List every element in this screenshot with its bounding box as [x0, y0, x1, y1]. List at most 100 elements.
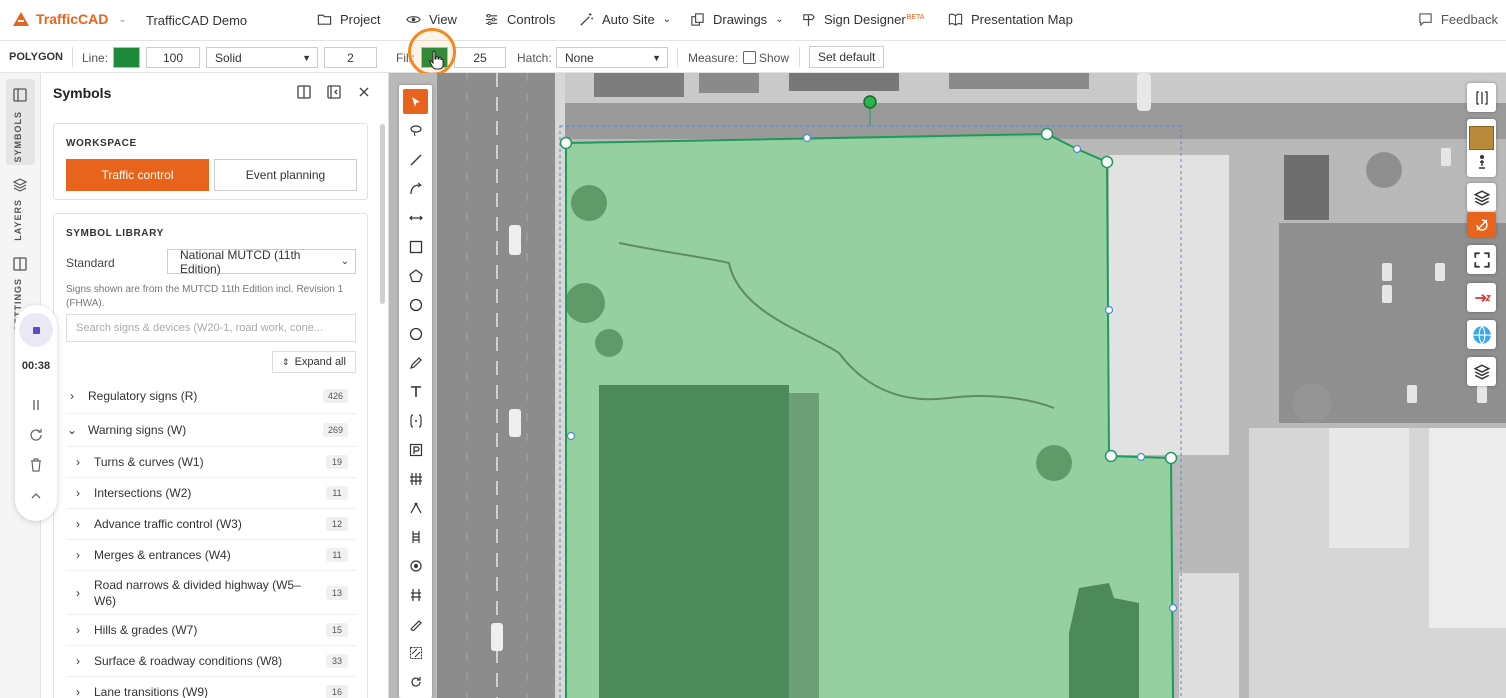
subcategory-w7[interactable]: › Hills & grades (W7) 15: [66, 615, 356, 646]
dimension-tool-button[interactable]: [403, 205, 428, 230]
rail-tab-symbols[interactable]: SYMBOLS: [13, 111, 23, 163]
pause-icon[interactable]: [28, 397, 44, 413]
menu-project[interactable]: Project: [317, 12, 380, 27]
rail-crossing-tool-button[interactable]: [403, 582, 428, 607]
crosswalk-tool-button[interactable]: [403, 466, 428, 491]
circle-tool-button[interactable]: [403, 292, 428, 317]
menu-drawings[interactable]: Drawings ⌄: [690, 12, 784, 27]
subcategory-w4[interactable]: › Merges & entrances (W4) 11: [66, 540, 356, 571]
callout-tool-button[interactable]: [403, 408, 428, 433]
chevron-down-icon: ⌄: [340, 256, 349, 267]
subcategory-w5-w6[interactable]: › Road narrows & divided highway (W5–W6) 1…: [66, 571, 356, 615]
symbol-search-input[interactable]: Search signs & devices (W20-1, road work…: [66, 314, 356, 342]
drawing-toolbar: [399, 85, 432, 698]
pentagon-icon: [408, 268, 423, 282]
text-tool-button[interactable]: [403, 379, 428, 404]
category-label: Intersections (W2): [94, 486, 192, 500]
subcategory-w2[interactable]: › Intersections (W2) 11: [66, 478, 356, 509]
standard-select[interactable]: National MUTCD (11th Edition) ⌄: [167, 247, 356, 276]
rectangle-tool-button[interactable]: [403, 234, 428, 259]
layers-icon: [1473, 189, 1490, 206]
line-width-input[interactable]: 2: [324, 47, 377, 68]
category-regulatory[interactable]: › Regulatory signs (R) 426: [66, 379, 356, 414]
category-label: Surface & roadway conditions (W8): [94, 654, 283, 668]
chevron-down-icon: ⌄: [662, 14, 672, 25]
map-canvas[interactable]: [389, 73, 1506, 698]
category-warning[interactable]: ⌄ Warning signs (W) 269: [66, 414, 356, 447]
globe-button[interactable]: [1467, 320, 1496, 349]
map-tool-button[interactable]: [1467, 283, 1496, 312]
app-brand[interactable]: TrafficCAD ⌄: [12, 11, 127, 27]
project-name[interactable]: TrafficCAD Demo: [146, 13, 247, 28]
folder-icon: [317, 14, 332, 25]
brush-tool-button[interactable]: [403, 611, 428, 636]
location-tool-button[interactable]: [403, 553, 428, 578]
feedback-button[interactable]: Feedback: [1418, 12, 1498, 27]
restart-icon[interactable]: [28, 427, 44, 443]
expand-all-button[interactable]: ⇕ Expand all: [272, 351, 356, 373]
line-opacity-input[interactable]: 100: [146, 47, 200, 68]
chevron-right-icon: ›: [76, 517, 80, 531]
measure-show-checkbox[interactable]: [743, 51, 756, 64]
ladder-tool-button[interactable]: [403, 524, 428, 549]
menu-label: Sign DesignerBETA: [824, 12, 925, 27]
standard-value: National MUTCD (11th Edition): [180, 247, 301, 276]
lasso-tool-button[interactable]: [403, 118, 428, 143]
path-tool-button[interactable]: [403, 495, 428, 520]
curve-tool-button[interactable]: [403, 176, 428, 201]
chevron-down-icon: ▼: [302, 52, 311, 63]
category-count: 11: [326, 486, 348, 500]
basemap-picker[interactable]: [1467, 119, 1496, 177]
layer-stack-button[interactable]: [1467, 357, 1496, 386]
panel-icon[interactable]: [12, 87, 28, 103]
rotate-tool-button[interactable]: [403, 669, 428, 694]
menu-controls[interactable]: Controls: [484, 12, 555, 27]
chevron-up-icon[interactable]: [28, 488, 44, 504]
sign-search-button[interactable]: [1467, 212, 1496, 237]
set-default-button[interactable]: Set default: [809, 46, 885, 68]
collapse-panel-icon[interactable]: [326, 84, 342, 100]
panel-scrollbar[interactable]: [380, 124, 385, 304]
menu-auto-site[interactable]: Auto Site ⌄: [579, 12, 671, 27]
show-label: Show: [759, 51, 790, 65]
split-view-button[interactable]: [1467, 83, 1496, 112]
symbol-library-title: SYMBOL LIBRARY: [66, 228, 164, 239]
subcategory-w3[interactable]: › Advance traffic control (W3) 12: [66, 509, 356, 540]
fill-opacity-input[interactable]: 25: [454, 47, 506, 68]
layers-icon[interactable]: [12, 177, 28, 193]
settings-panel-icon[interactable]: [12, 256, 28, 272]
lasso-icon: [409, 124, 422, 136]
subcategory-w9[interactable]: › Lane transitions (W9) 16: [66, 677, 356, 698]
select-tool-button[interactable]: [403, 89, 428, 114]
hatch-area-tool-button[interactable]: [403, 640, 428, 665]
circle-icon: [409, 298, 422, 311]
line-style-select[interactable]: Solid ▼: [206, 47, 318, 68]
expand-all-label: Expand all: [294, 356, 346, 368]
line-tool-button[interactable]: [403, 147, 428, 172]
fullscreen-button[interactable]: [1467, 245, 1496, 274]
stop-recording-button[interactable]: [19, 313, 53, 347]
close-icon[interactable]: [356, 84, 372, 100]
freehand-tool-button[interactable]: [403, 350, 428, 375]
polygon-tool-button[interactable]: [403, 263, 428, 288]
trash-icon[interactable]: [28, 457, 44, 473]
layers-button[interactable]: [1467, 183, 1496, 212]
subcategory-w1[interactable]: › Turns & curves (W1) 19: [66, 447, 356, 478]
rail-tab-layers[interactable]: LAYERS: [13, 199, 23, 241]
fullscreen-icon: [1473, 251, 1490, 268]
workspace-event-planning-button[interactable]: Event planning: [214, 159, 357, 191]
red-arrow-icon: [1474, 293, 1491, 302]
line-icon: [410, 154, 421, 165]
subcategory-w8[interactable]: › Surface & roadway conditions (W8) 33: [66, 646, 356, 677]
ellipse-tool-button[interactable]: [403, 321, 428, 346]
menu-view[interactable]: View: [406, 12, 457, 27]
workspace-traffic-control-button[interactable]: Traffic control: [66, 159, 209, 191]
hatch-select[interactable]: None ▼: [556, 47, 668, 68]
brush-icon: [409, 619, 422, 631]
menu-presentation-map[interactable]: Presentation Map: [948, 12, 1073, 27]
parking-tool-button[interactable]: [403, 437, 428, 462]
menu-sign-designer[interactable]: Sign DesignerBETA: [801, 12, 924, 27]
line-color-swatch[interactable]: [113, 47, 140, 68]
category-count: 269: [322, 423, 348, 437]
dock-panel-icon[interactable]: [296, 84, 312, 100]
